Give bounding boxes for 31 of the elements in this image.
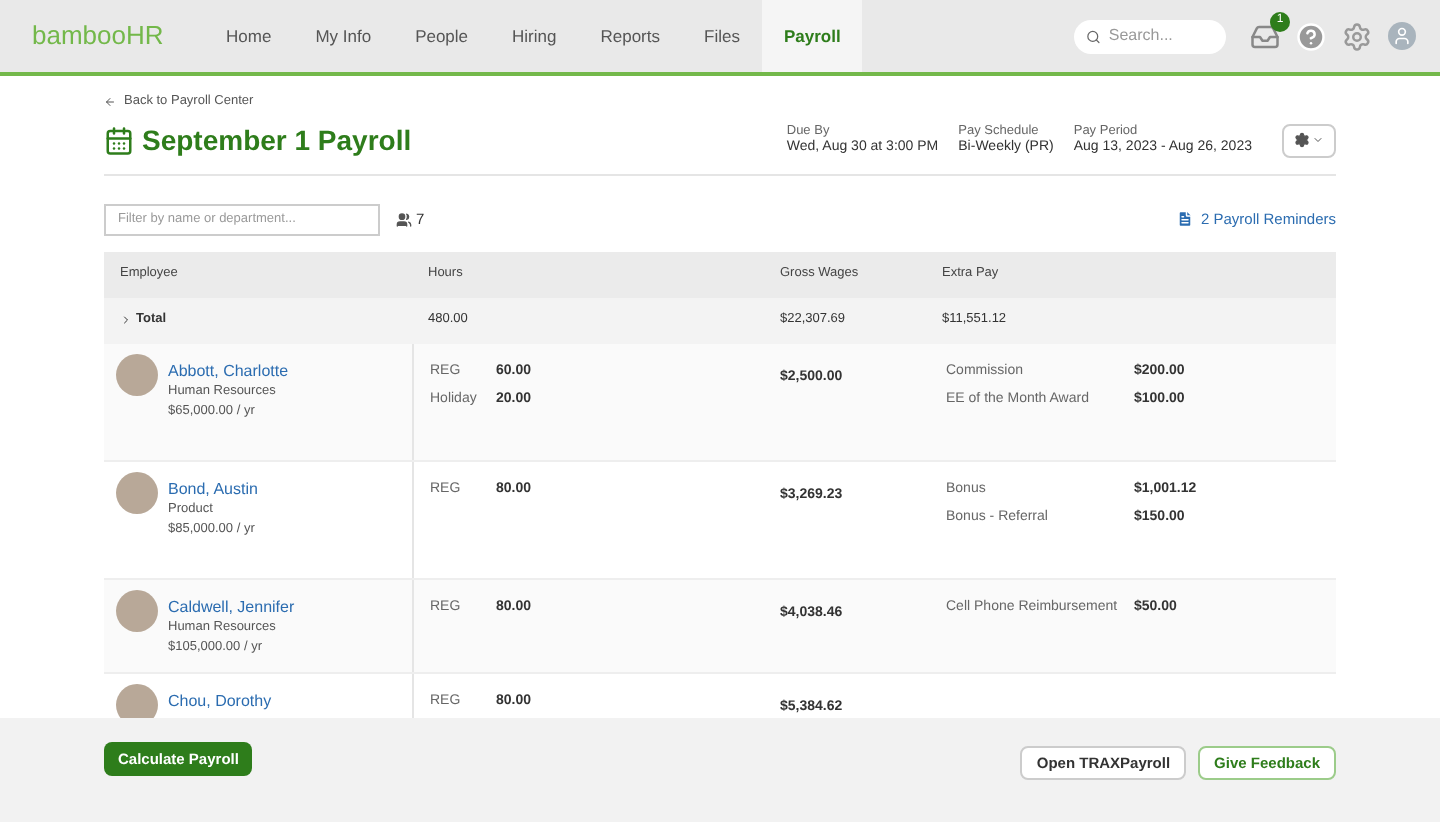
help-icon[interactable] bbox=[1296, 21, 1326, 51]
inbox-icon[interactable] bbox=[1250, 21, 1280, 51]
calendar-icon bbox=[104, 125, 134, 156]
nav-tab[interactable]: People bbox=[393, 0, 491, 72]
search-icon bbox=[1086, 27, 1101, 45]
employee-name-link[interactable]: Chou, Dorothy bbox=[168, 691, 272, 710]
avatar-placeholder bbox=[116, 589, 158, 632]
settings-icon bbox=[1294, 132, 1310, 149]
nav-tab[interactable]: Files bbox=[682, 0, 762, 72]
employee-name-link[interactable]: Bond, Austin bbox=[168, 479, 258, 498]
avatar-placeholder bbox=[116, 353, 158, 396]
search-field[interactable]: Search... bbox=[1074, 19, 1226, 53]
search-input[interactable]: Search... bbox=[1108, 24, 1214, 48]
caret-icon bbox=[1312, 134, 1324, 147]
nav-tab[interactable]: My Info bbox=[293, 0, 394, 72]
nav-tab[interactable]: Reports bbox=[578, 0, 682, 72]
settings-icon[interactable] bbox=[1342, 21, 1372, 51]
settings-dropdown-button[interactable] bbox=[1282, 123, 1336, 158]
expand-icon[interactable] bbox=[120, 314, 132, 327]
employee-name-link[interactable]: Abbott, Charlotte bbox=[168, 361, 289, 380]
page-title: September 1 Payroll bbox=[142, 121, 412, 160]
nav-tab[interactable]: Hiring bbox=[490, 0, 579, 72]
nav-tab[interactable]: Home bbox=[204, 0, 294, 72]
back-arrow-icon bbox=[104, 95, 116, 108]
document-icon bbox=[1176, 210, 1195, 229]
nav-tab[interactable]: Payroll bbox=[761, 0, 863, 72]
avatar-placeholder bbox=[116, 471, 158, 514]
avatar-icon[interactable] bbox=[1388, 22, 1416, 50]
people-icon bbox=[396, 211, 412, 228]
avatar-placeholder bbox=[116, 683, 158, 718]
employee-name-link[interactable]: Caldwell, Jennifer bbox=[168, 597, 295, 616]
